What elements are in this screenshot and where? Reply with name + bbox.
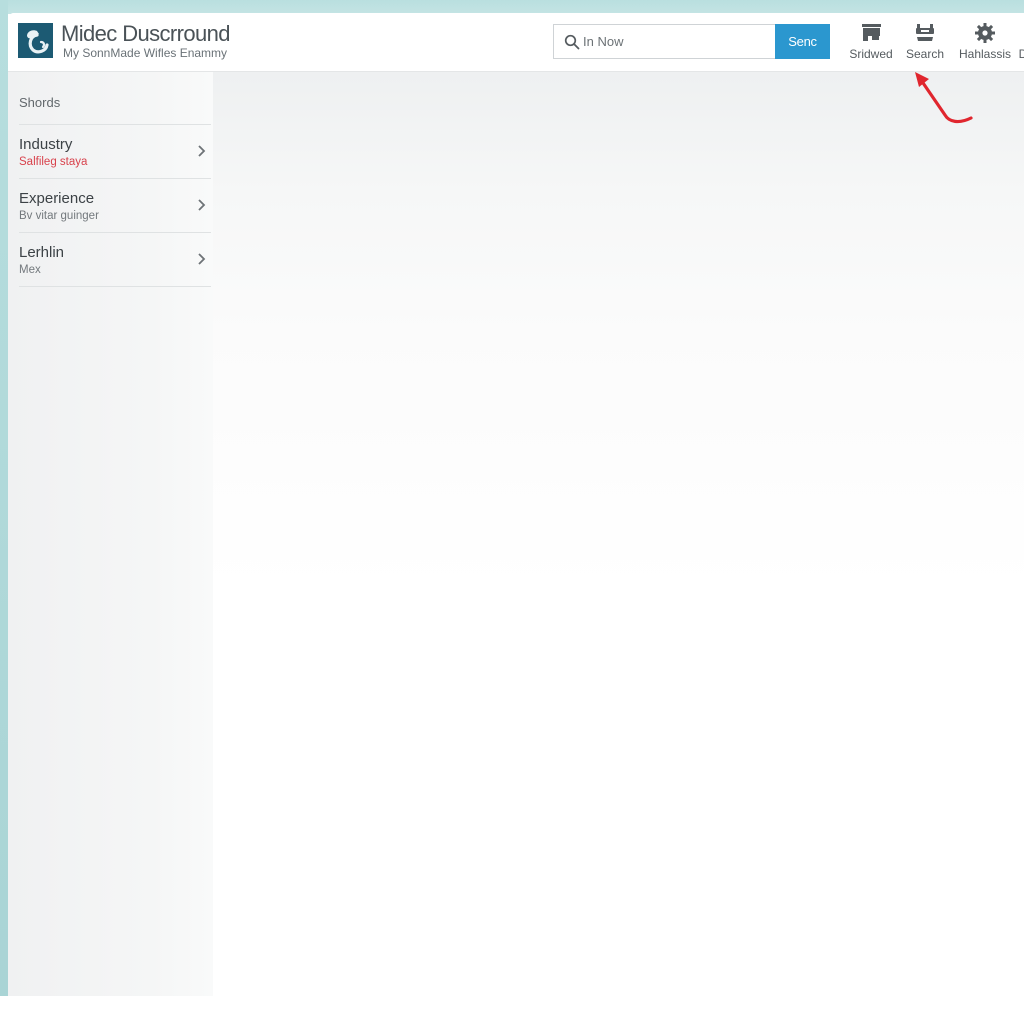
sidebar-item-title: Industry xyxy=(19,136,73,153)
bookmark-box-icon xyxy=(859,21,883,45)
sidebar-item-title: Experience xyxy=(19,190,95,207)
toolbar-item-search[interactable]: Search xyxy=(901,21,949,65)
search-icon xyxy=(564,34,580,50)
chevron-right-icon xyxy=(197,144,207,158)
gear-icon xyxy=(973,21,997,45)
toolbar-item-sridwed[interactable]: Sridwed xyxy=(844,21,898,65)
main-content: Shords Industry Salfileg staya Experienc… xyxy=(8,72,1024,996)
brand-title: Midec Duscrround xyxy=(61,21,231,46)
toolbar-item-hahlassis[interactable]: Hahlassis xyxy=(955,21,1015,65)
sidebar-item-experience[interactable]: Experience Bv vitar guinger xyxy=(19,179,211,233)
toolbar-label: Hahlassis xyxy=(958,47,1012,61)
desktop-backdrop-edge xyxy=(0,0,8,996)
logo-icon[interactable] xyxy=(18,23,53,58)
toolbar-item-more[interactable]: D xyxy=(1018,21,1024,65)
toolbar-label: Search xyxy=(905,47,945,61)
sidebar: Shords Industry Salfileg staya Experienc… xyxy=(8,72,213,996)
sidebar-heading: Shords xyxy=(19,95,61,110)
desktop-bottom xyxy=(0,996,1024,1024)
toolbar-label: Sridwed xyxy=(849,47,893,61)
search-submit-button[interactable]: Senc xyxy=(775,24,830,59)
search-box xyxy=(553,24,775,59)
chevron-right-icon xyxy=(197,252,207,266)
brand-subtitle: My SonnMade Wifles Enammy xyxy=(63,46,228,60)
sidebar-list: Industry Salfileg staya Experience Bv vi… xyxy=(19,124,211,287)
search-input[interactable] xyxy=(583,25,771,58)
toolbar-label: D xyxy=(1018,47,1024,61)
chevron-right-icon xyxy=(197,198,207,212)
sidebar-item-lerhlin[interactable]: Lerhlin Mex xyxy=(19,233,211,287)
sidebar-item-industry[interactable]: Industry Salfileg staya xyxy=(19,125,211,179)
app-window: Midec Duscrround My SonnMade Wifles Enam… xyxy=(8,13,1024,996)
more-icon xyxy=(1018,21,1024,45)
sidebar-item-subtitle: Salfileg staya xyxy=(19,156,88,168)
sidebar-item-subtitle: Bv vitar guinger xyxy=(19,210,99,222)
sidebar-item-subtitle: Mex xyxy=(19,264,41,276)
toolbox-icon xyxy=(913,21,937,45)
sidebar-item-title: Lerhlin xyxy=(19,244,65,261)
